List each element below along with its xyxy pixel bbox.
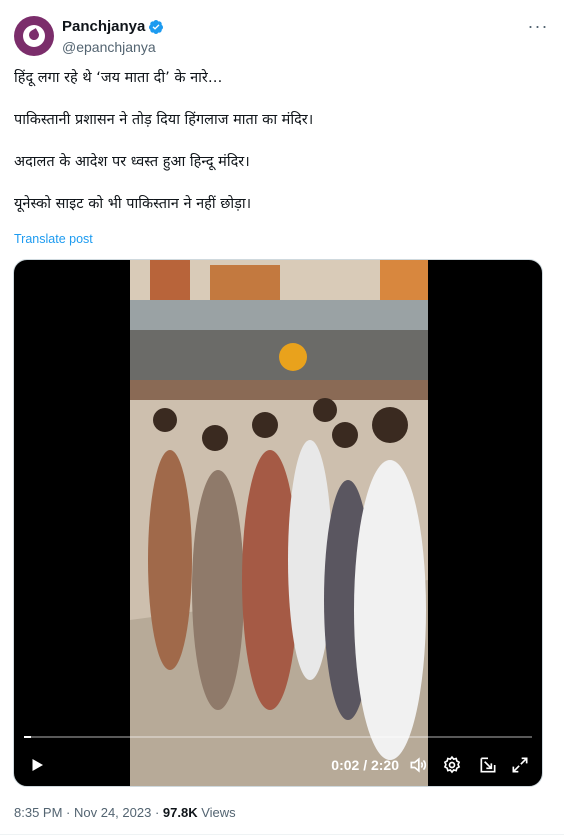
tweet-line: यूनेस्को साइट को भी पाकिस्तान ने नहीं छो… <box>14 196 252 212</box>
tweet-line: पाकिस्तानी प्रशासन ने तोड़ दिया हिंगलाज … <box>14 112 314 128</box>
views-label: Views <box>201 805 236 820</box>
video-progress-bar[interactable] <box>24 736 532 738</box>
settings-icon[interactable] <box>442 755 462 775</box>
translate-post-link[interactable]: Translate post <box>14 232 93 246</box>
author-display-name[interactable]: Panchjanya <box>62 18 145 36</box>
tweet-date[interactable]: Nov 24, 2023 <box>74 805 151 820</box>
video-still-image <box>130 260 428 786</box>
fullscreen-icon[interactable] <box>510 755 530 775</box>
tweet-time[interactable]: 8:35 PM <box>14 805 62 820</box>
tweet-line: अदालत के आदेश पर ध्वस्त हुआ हिन्दू मंदिर… <box>14 154 250 170</box>
tweet-text: हिंदू लगा रहे थे ‘जय माता दी’ के नारे… प… <box>14 68 544 236</box>
tweet-line: हिंदू लगा रहे थे ‘जय माता दी’ के नारे… <box>14 70 223 86</box>
views-count: 97.8K <box>162 805 198 820</box>
video-controls: 0:02 / 2:20 <box>14 726 542 786</box>
video-frame[interactable] <box>130 260 428 786</box>
avatar[interactable] <box>14 16 54 56</box>
divider <box>0 834 564 835</box>
author-name[interactable]: Panchjanya <box>62 18 164 36</box>
video-progress-fill <box>24 736 32 738</box>
play-icon[interactable] <box>28 756 46 774</box>
more-options-icon[interactable]: ··· <box>526 17 550 40</box>
author-block: Panchjanya @epanchjanya <box>62 18 164 56</box>
tweet-meta: 8:35 PM · Nov 24, 2023 · 97.8K Views <box>14 805 236 820</box>
tweet-header: Panchjanya @epanchjanya ··· <box>14 14 550 60</box>
author-handle[interactable]: @epanchjanya <box>62 38 164 56</box>
video-player[interactable]: 0:02 / 2:20 <box>13 259 543 787</box>
verified-badge-icon <box>149 20 164 34</box>
video-time-display: 0:02 / 2:20 <box>331 757 399 773</box>
volume-icon[interactable] <box>408 755 428 775</box>
popout-icon[interactable] <box>478 755 498 775</box>
panchjanya-logo-icon <box>23 25 45 47</box>
